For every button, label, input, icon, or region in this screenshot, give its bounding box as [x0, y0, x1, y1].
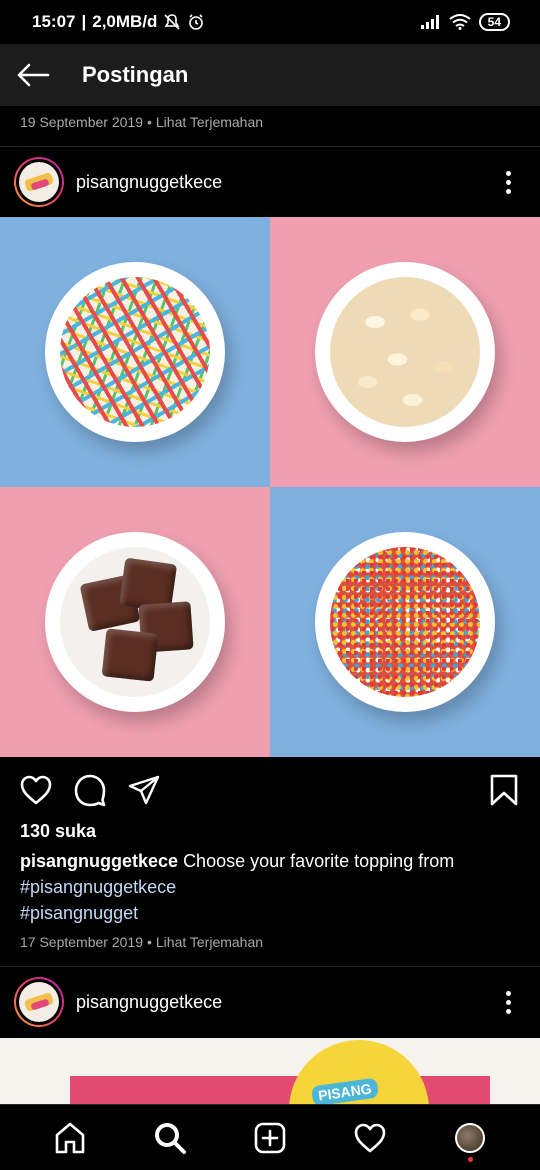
translate-link[interactable]: Lihat Terjemahan — [156, 114, 263, 130]
notifications-off-icon — [164, 14, 181, 30]
image-panel-sprinkles — [0, 217, 270, 487]
status-bar: 15:07 | 2,0MB/d 54 — [0, 0, 540, 44]
previous-post-date: 19 September 2019 — [20, 114, 143, 130]
next-post-header: pisangnuggetkece — [0, 972, 540, 1032]
chocolate-topping — [60, 547, 210, 697]
hashtag-link[interactable]: #pisangnuggetkece — [20, 874, 520, 900]
sprinkles-topping — [60, 277, 210, 427]
status-left: 15:07 | 2,0MB/d — [32, 12, 205, 32]
comment-icon — [74, 774, 106, 807]
arrow-left-icon — [17, 63, 50, 87]
bowl — [315, 262, 495, 442]
add-icon — [254, 1122, 286, 1153]
image-panel-nonpareils — [270, 487, 540, 757]
bookmark-button[interactable] — [484, 770, 524, 810]
heart-icon — [354, 1123, 386, 1152]
heart-icon — [20, 775, 52, 805]
profile-avatar — [455, 1122, 485, 1153]
likes-count[interactable]: 130 suka — [20, 821, 96, 842]
nav-profile[interactable] — [443, 1111, 497, 1165]
more-dot-icon — [505, 179, 511, 185]
notification-dot — [468, 1156, 473, 1162]
translate-link[interactable]: Lihat Terjemahan — [156, 934, 263, 950]
post-username[interactable]: pisangnuggetkece — [76, 172, 222, 193]
previous-post-meta: 19 September 2019 • Lihat Terjemahan — [20, 114, 263, 130]
app-bar: Postingan — [0, 44, 540, 106]
post-meta: 17 September 2019 • Lihat Terjemahan — [20, 934, 263, 950]
avatar-image — [19, 982, 59, 1022]
almond-topping — [330, 277, 480, 427]
nonpareils-topping — [330, 547, 480, 697]
post-image[interactable] — [0, 217, 540, 757]
meta-dot: • — [146, 934, 152, 950]
meta-dot: • — [146, 114, 152, 130]
status-separator: | — [81, 12, 87, 31]
post-divider — [0, 146, 540, 147]
network-speed: 2,0MB/d — [92, 12, 158, 31]
status-time: 15:07 — [32, 12, 76, 31]
more-dot-icon — [505, 990, 511, 996]
battery-indicator: 54 — [478, 13, 510, 31]
more-dot-icon — [505, 170, 511, 176]
wifi-icon — [449, 14, 471, 30]
bowl — [315, 532, 495, 712]
more-dot-icon — [505, 1008, 511, 1014]
search-icon — [155, 1122, 186, 1154]
post-username[interactable]: pisangnuggetkece — [76, 992, 222, 1013]
back-button[interactable] — [0, 44, 66, 106]
share-button[interactable] — [124, 770, 164, 810]
hashtag-link[interactable]: #pisangnugget — [20, 900, 520, 926]
next-post-image[interactable]: PISANG — [0, 1038, 540, 1104]
nav-search[interactable] — [143, 1111, 197, 1165]
post-date: 17 September 2019 — [20, 934, 143, 950]
bowl — [45, 532, 225, 712]
post-caption: pisangnuggetkece Choose your favorite to… — [20, 848, 520, 926]
status-right: 54 — [420, 13, 510, 31]
post-actions — [0, 766, 540, 814]
like-button[interactable] — [16, 770, 56, 810]
more-dot-icon — [505, 999, 511, 1005]
post-divider — [0, 966, 540, 967]
caption-text: Choose your favorite topping from — [183, 851, 455, 871]
avatar-border — [16, 159, 62, 205]
nav-new-post[interactable] — [243, 1111, 297, 1165]
share-icon — [128, 775, 160, 805]
image-panel-chocolate — [0, 487, 270, 757]
more-options-button[interactable] — [488, 162, 528, 202]
avatar[interactable] — [14, 157, 64, 207]
comment-button[interactable] — [70, 770, 110, 810]
bowl — [45, 262, 225, 442]
alarm-icon — [189, 14, 204, 30]
bottom-navigation — [0, 1104, 540, 1170]
image-panel-almonds — [270, 217, 540, 487]
avatar[interactable] — [14, 977, 64, 1027]
caption-username[interactable]: pisangnuggetkece — [20, 851, 178, 871]
home-icon — [55, 1122, 85, 1153]
signal-icon — [420, 15, 439, 29]
page-title: Postingan — [82, 62, 189, 87]
nav-activity[interactable] — [343, 1111, 397, 1165]
chocolate-piece — [101, 628, 159, 682]
avatar-image — [19, 162, 59, 202]
nav-home[interactable] — [43, 1111, 97, 1165]
bookmark-icon — [490, 774, 518, 806]
avatar-border — [16, 979, 62, 1025]
more-dot-icon — [505, 188, 511, 194]
more-options-button[interactable] — [488, 982, 528, 1022]
post-header: pisangnuggetkece — [0, 152, 540, 212]
